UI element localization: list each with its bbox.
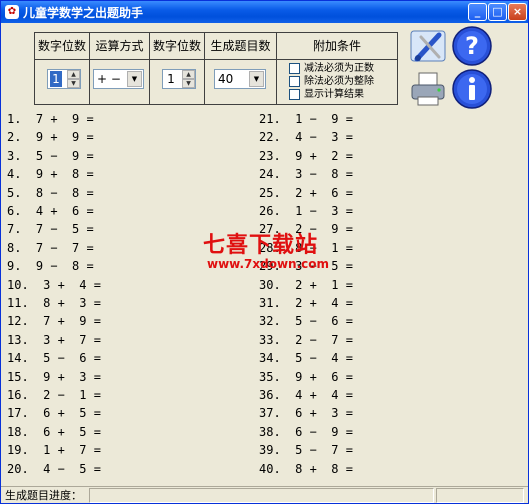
status-bar: 生成题目进度： [1, 486, 528, 503]
problem-item: 37. 6 + 3 = [259, 406, 353, 421]
problem-item: 26. 1 − 3 = [259, 204, 353, 218]
options-header: 附加条件 [277, 33, 397, 60]
digits2-header: 数字位数 [150, 33, 204, 60]
svg-text:?: ? [465, 32, 479, 60]
spin-down-icon[interactable]: ▼ [182, 79, 195, 88]
problem-item: 6. 4 + 6 = [7, 204, 94, 218]
problem-item: 14. 5 − 6 = [7, 351, 101, 366]
problem-item: 4. 9 + 8 = [7, 167, 94, 182]
digits1-spinner[interactable]: 1 ▲ ▼ [47, 69, 81, 89]
problem-item: 3. 5 − 9 = [7, 148, 94, 163]
printer-icon[interactable] [409, 69, 449, 109]
problem-item: 21. 1 − 9 = [259, 112, 353, 126]
option-show-results[interactable]: 显示计算结果 [289, 89, 364, 102]
option-label: 减法必须为正数 [304, 63, 374, 74]
problem-item: 31. 2 + 4 = [259, 296, 353, 310]
chevron-down-icon[interactable]: ▼ [249, 71, 264, 87]
problem-item: 9. 9 − 8 = [7, 259, 94, 274]
problem-item: 22. 4 − 3 = [259, 130, 353, 145]
spin-up-icon[interactable]: ▲ [67, 70, 80, 79]
minimize-button[interactable]: _ [468, 3, 487, 21]
digits1-header: 数字位数 [35, 33, 89, 60]
count-value: 40 [218, 72, 234, 86]
problem-item: 20. 4 − 5 = [7, 461, 101, 476]
problem-item: 40. 8 + 8 = [259, 461, 353, 476]
digits2-spin-buttons[interactable]: ▲ ▼ [182, 70, 195, 88]
watermark-url: www.7xdown.com [207, 257, 330, 271]
option-integer-division[interactable]: 除法必须为整除 [289, 76, 374, 89]
problem-item: 34. 5 − 4 = [259, 351, 353, 366]
digits1-value[interactable]: 1 [50, 71, 62, 87]
count-header: 生成题目数 [205, 33, 276, 60]
problem-item: 36. 4 + 4 = [259, 388, 353, 402]
operation-column: 运算方式 + − ▼ [90, 33, 150, 104]
checkbox[interactable] [289, 76, 300, 87]
progress-pane [89, 488, 434, 503]
problem-item: 33. 2 − 7 = [259, 332, 353, 347]
close-button[interactable]: × [508, 3, 527, 21]
checkbox[interactable] [289, 89, 300, 100]
problem-item: 5. 8 − 8 = [7, 185, 94, 200]
option-positive-subtraction[interactable]: 减法必须为正数 [289, 63, 374, 76]
problem-item: 17. 6 + 5 = [7, 406, 101, 421]
count-select[interactable]: 40 ▼ [214, 69, 266, 89]
problem-item: 1. 7 + 9 = [7, 112, 94, 126]
problem-list: 1. 7 + 9 = 2. 9 + 9 = 3. 5 − 9 = 4. 9 + 8 =… [1, 109, 528, 481]
digits2-column: 数字位数 1 ▲ ▼ [150, 33, 205, 104]
operation-value: + − [97, 72, 121, 86]
option-label: 显示计算结果 [304, 89, 364, 100]
problem-item: 18. 6 + 5 = [7, 424, 101, 439]
checkbox[interactable] [289, 63, 300, 74]
window-title: 儿童学数学之出题助手 [23, 6, 144, 20]
problem-item: 7. 7 − 5 = [7, 222, 94, 237]
problem-item: 25. 2 + 6 = [259, 185, 353, 200]
paint-tools-icon[interactable] [409, 27, 449, 67]
info-icon[interactable] [452, 69, 492, 109]
title-bar[interactable]: ✿ 儿童学数学之出题助手 _ □ × [1, 1, 528, 23]
problem-item: 30. 2 + 1 = [259, 277, 353, 292]
count-column: 生成题目数 40 ▼ [205, 33, 277, 104]
watermark: 七喜下载站 www.7xdown.com [203, 227, 333, 277]
problem-item: 12. 7 + 9 = [7, 314, 101, 329]
problem-item: 35. 9 + 6 = [259, 369, 353, 384]
digits2-spinner[interactable]: 1 ▲ ▼ [162, 69, 196, 89]
problem-item: 32. 5 − 6 = [259, 314, 353, 329]
spin-down-icon[interactable]: ▼ [67, 79, 80, 88]
digits1-column: 数字位数 1 ▲ ▼ [35, 33, 90, 104]
problem-item: 19. 1 + 7 = [7, 443, 101, 458]
problem-item: 24. 3 − 8 = [259, 167, 353, 182]
spin-up-icon[interactable]: ▲ [182, 70, 195, 79]
problem-item: 16. 2 − 1 = [7, 388, 101, 402]
settings-panel: 数字位数 1 ▲ ▼ 运算方式 + − ▼ 数字位数 1 ▲ ▼ 生成题目数 4… [34, 32, 398, 105]
options-column: 附加条件 减法必须为正数 除法必须为整除 显示计算结果 [277, 33, 397, 104]
problem-item: 23. 9 + 2 = [259, 148, 353, 163]
chevron-down-icon[interactable]: ▼ [127, 71, 142, 87]
operation-select[interactable]: + − ▼ [93, 69, 144, 89]
status-pane-right [436, 488, 524, 503]
operation-header: 运算方式 [90, 33, 149, 60]
problem-item: 39. 5 − 7 = [259, 443, 353, 458]
problem-item: 13. 3 + 7 = [7, 332, 101, 347]
problem-item: 10. 3 + 4 = [7, 277, 101, 292]
watermark-text: 七喜下载站 [203, 233, 319, 258]
problem-item: 8. 7 − 7 = [7, 240, 94, 255]
main-window: ✿ 儿童学数学之出题助手 _ □ × 数字位数 1 ▲ ▼ 运算方式 + − ▼ [0, 0, 529, 504]
problem-item: 11. 8 + 3 = [7, 296, 101, 310]
digits2-value[interactable]: 1 [165, 71, 177, 87]
option-label: 除法必须为整除 [304, 76, 374, 87]
app-icon[interactable]: ✿ [5, 5, 19, 19]
problem-item: 2. 9 + 9 = [7, 130, 94, 145]
maximize-button[interactable]: □ [488, 3, 507, 21]
help-icon[interactable]: ? [452, 26, 492, 66]
problem-item: 38. 6 − 9 = [259, 424, 353, 439]
progress-label: 生成题目进度： [5, 489, 82, 502]
problem-item: 15. 9 + 3 = [7, 369, 101, 384]
digits1-spin-buttons[interactable]: ▲ ▼ [67, 70, 80, 88]
